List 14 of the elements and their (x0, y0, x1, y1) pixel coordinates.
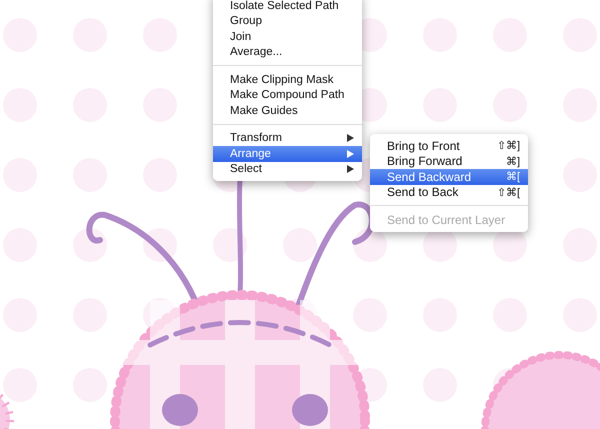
menu-item[interactable]: Send to Back ⇧⌘[ (370, 184, 528, 200)
menu-item[interactable]: Bring Forward ⌘] (370, 154, 528, 169)
menu-item[interactable]: Join (213, 29, 362, 44)
menu-item[interactable]: Bring to Front ⇧⌘] (370, 138, 528, 154)
menu-item[interactable]: Average... (213, 44, 362, 60)
menu-item[interactable]: Isolate Selected Path (213, 0, 362, 14)
menu-item[interactable]: Group (213, 14, 362, 29)
menu-item[interactable]: Arrange (213, 146, 362, 162)
menu-item[interactable]: Make Guides (213, 103, 362, 118)
menu-item[interactable]: Send Backward ⌘[ (370, 169, 528, 184)
menu-item[interactable]: Make Clipping Mask (213, 72, 362, 88)
menu-item[interactable]: Make Compound Path (213, 88, 362, 103)
menu-item[interactable]: Transform (213, 130, 362, 146)
menu-item[interactable]: Select (213, 162, 362, 177)
